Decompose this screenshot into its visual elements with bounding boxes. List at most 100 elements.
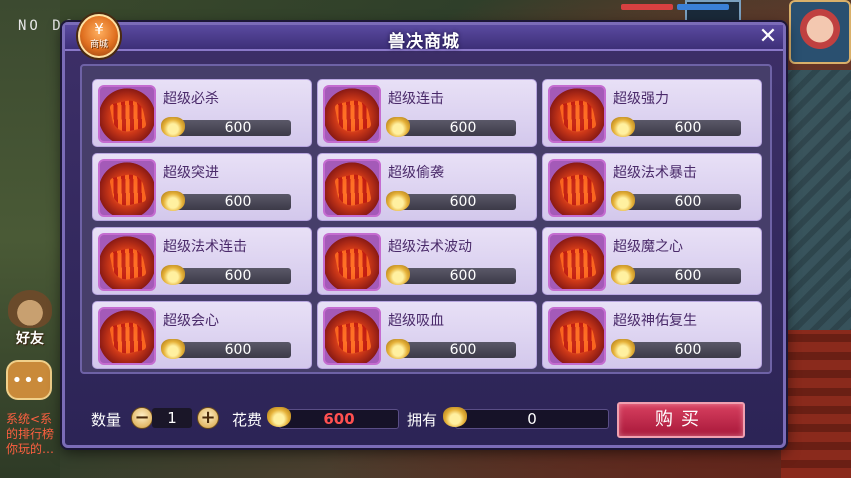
quantity-field[interactable]: 1 <box>152 408 192 428</box>
gold-ingot-icon <box>267 407 291 427</box>
item-name: 超级强力 <box>613 91 669 107</box>
player-portrait[interactable] <box>789 0 851 64</box>
quantity-label: 数量 <box>91 411 122 429</box>
skill-book-icon <box>548 159 606 217</box>
price-value: 600 <box>175 120 291 136</box>
chat-bubble-icon[interactable]: ••• <box>6 360 52 400</box>
price-value: 600 <box>400 194 516 210</box>
mp-bar <box>677 4 729 10</box>
item-price: 600 <box>386 191 516 211</box>
coin-icon: ¥ <box>94 20 104 38</box>
chat-feed: 系统<系 的排行榜 你玩的… <box>6 412 66 457</box>
friends-button[interactable]: 好友 <box>4 290 56 352</box>
gold-ingot-icon <box>611 191 635 211</box>
price-value: 600 <box>175 268 291 284</box>
item-name: 超级必杀 <box>163 91 219 107</box>
cost-label: 花费 <box>232 411 263 429</box>
shop-item[interactable]: 超级连击 600 <box>317 79 537 147</box>
price-value: 600 <box>625 194 741 210</box>
item-price: 600 <box>611 191 741 211</box>
item-price: 600 <box>386 265 516 285</box>
gold-ingot-icon <box>386 191 410 211</box>
friend-avatar-icon <box>8 290 52 328</box>
gold-ingot-icon <box>611 339 635 359</box>
chat-line: 的排行榜 <box>6 427 55 441</box>
shop-badge-label: 商城 <box>89 40 108 50</box>
hp-bar <box>621 4 673 10</box>
shop-item[interactable]: 超级必杀 600 <box>92 79 312 147</box>
purchase-bar: 数量 − 1 + 花费 600 拥有 0 购买 <box>65 395 783 441</box>
item-price: 600 <box>611 265 741 285</box>
friends-label: 好友 <box>16 331 44 347</box>
item-name: 超级偷袭 <box>388 165 444 181</box>
close-icon[interactable]: ✕ <box>757 26 779 48</box>
dialog-header: 兽决商城 ✕ <box>65 25 783 52</box>
skill-book-icon <box>548 233 606 291</box>
price-value: 600 <box>625 342 741 358</box>
item-name: 超级法术连击 <box>163 239 247 255</box>
skill-book-icon <box>98 307 156 365</box>
gold-ingot-icon <box>161 339 185 359</box>
owned-value: 0 <box>455 409 609 429</box>
item-price: 600 <box>161 265 291 285</box>
item-price: 600 <box>161 339 291 359</box>
buy-button[interactable]: 购买 <box>617 402 745 438</box>
item-name: 超级法术波动 <box>388 239 472 255</box>
gold-ingot-icon <box>161 117 185 137</box>
item-name: 超级法术暴击 <box>613 165 697 181</box>
price-value: 600 <box>625 120 741 136</box>
item-price: 600 <box>161 191 291 211</box>
skill-book-icon <box>323 233 381 291</box>
shop-item[interactable]: 超级魔之心 600 <box>542 227 762 295</box>
gold-ingot-icon <box>386 265 410 285</box>
price-value: 600 <box>175 194 291 210</box>
skill-book-icon <box>323 85 381 143</box>
item-list-panel[interactable]: 超级必杀 600 超级连击 600 超级强力 600 超级突进 600 超级偷袭… <box>80 64 772 374</box>
price-value: 600 <box>625 268 741 284</box>
price-value: 600 <box>400 342 516 358</box>
item-price: 600 <box>386 117 516 137</box>
skill-book-icon <box>98 159 156 217</box>
gold-ingot-icon <box>611 265 635 285</box>
shop-item[interactable]: 超级法术暴击 600 <box>542 153 762 221</box>
item-name: 超级突进 <box>163 165 219 181</box>
skill-book-icon <box>548 307 606 365</box>
gold-ingot-icon <box>443 407 467 427</box>
item-price: 600 <box>161 117 291 137</box>
item-price: 600 <box>611 117 741 137</box>
item-name: 超级会心 <box>163 313 219 329</box>
item-name: 超级神佑复生 <box>613 313 697 329</box>
shop-item[interactable]: 超级法术连击 600 <box>92 227 312 295</box>
building-wall-decoration <box>781 330 851 478</box>
skill-book-icon <box>323 159 381 217</box>
shop-item[interactable]: 超级神佑复生 600 <box>542 301 762 369</box>
item-grid: 超级必杀 600 超级连击 600 超级强力 600 超级突进 600 超级偷袭… <box>92 79 762 372</box>
chat-line: 你玩的… <box>6 442 55 456</box>
gold-ingot-icon <box>161 191 185 211</box>
shop-item[interactable]: 超级会心 600 <box>92 301 312 369</box>
hud-status-bars <box>621 0 791 24</box>
item-name: 超级连击 <box>388 91 444 107</box>
skill-book-icon <box>548 85 606 143</box>
gold-ingot-icon <box>386 117 410 137</box>
shop-item[interactable]: 超级吸血 600 <box>317 301 537 369</box>
owned-label: 拥有 <box>407 411 438 429</box>
gold-ingot-icon <box>386 339 410 359</box>
shop-item[interactable]: 超级偷袭 600 <box>317 153 537 221</box>
chat-line: 系统<系 <box>6 412 53 426</box>
item-price: 600 <box>611 339 741 359</box>
dialog-title: 兽决商城 <box>388 32 460 52</box>
quantity-plus-button[interactable]: + <box>197 407 219 429</box>
item-name: 超级吸血 <box>388 313 444 329</box>
skill-book-icon <box>98 85 156 143</box>
gold-ingot-icon <box>611 117 635 137</box>
quantity-minus-button[interactable]: − <box>131 407 153 429</box>
shop-item[interactable]: 超级强力 600 <box>542 79 762 147</box>
shop-badge-icon: ¥ 商城 <box>78 14 120 58</box>
shop-item[interactable]: 超级法术波动 600 <box>317 227 537 295</box>
item-price: 600 <box>386 339 516 359</box>
skill-book-icon <box>323 307 381 365</box>
price-value: 600 <box>400 268 516 284</box>
price-value: 600 <box>400 120 516 136</box>
shop-item[interactable]: 超级突进 600 <box>92 153 312 221</box>
